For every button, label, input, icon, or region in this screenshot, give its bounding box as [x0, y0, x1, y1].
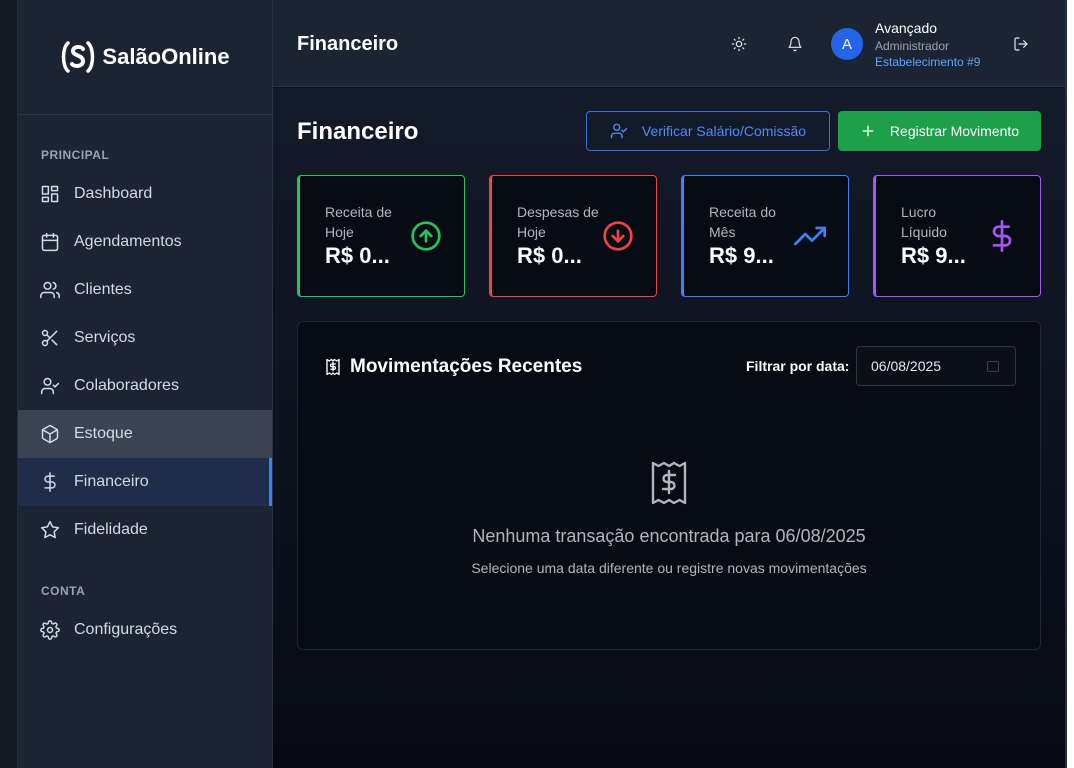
dollar-icon: [44, 472, 56, 492]
recent-transactions-panel: Movimentações Recentes Filtrar por data:…: [297, 321, 1041, 650]
right-window-edge: [1065, 0, 1074, 768]
date-filter-label: Filtrar por data:: [746, 358, 850, 374]
avatar[interactable]: A: [831, 28, 863, 60]
dollar-icon: [992, 220, 1012, 252]
calendar-icon[interactable]: [987, 361, 999, 372]
sidebar-item-estoque[interactable]: Estoque: [18, 410, 272, 458]
card-value: R$ 9...: [709, 243, 774, 268]
card-label: Despesas de Hoje: [517, 204, 599, 240]
card-value: R$ 0...: [325, 243, 390, 268]
register-movement-button[interactable]: Registrar Movimento: [838, 111, 1041, 151]
theme-toggle-button[interactable]: [728, 33, 750, 55]
logo[interactable]: SalãoOnline: [18, 0, 272, 115]
sidebar-item-label: Fidelidade: [74, 521, 148, 538]
register-movement-label: Registrar Movimento: [889, 123, 1020, 139]
card-label: Lucro Líquido: [901, 204, 947, 240]
panel-title: Movimentações Recentes: [324, 356, 582, 378]
logo-icon: [62, 41, 95, 73]
card-value: R$ 0...: [517, 243, 582, 268]
empty-state-subtitle: Selecione uma data diferente ou registre…: [471, 560, 867, 576]
sidebar-item-agendamentos[interactable]: Agendamentos: [18, 218, 272, 266]
star-icon: [40, 520, 60, 539]
sidebar-item-label: Configurações: [74, 621, 178, 638]
bell-icon: [788, 36, 802, 52]
empty-state-title: Nenhuma transação encontrada para 06/08/…: [472, 526, 866, 546]
sidebar-item-label: Estoque: [74, 425, 133, 442]
notifications-button[interactable]: [784, 33, 806, 55]
arrow-down-circle-icon: [603, 221, 633, 251]
card-lucro-liquido: Lucro Líquido R$ 9...: [873, 175, 1041, 297]
date-filter-input[interactable]: 06/08/2025: [856, 346, 1016, 386]
gear-icon: [40, 620, 60, 640]
sidebar-item-colaboradores[interactable]: Colaboradores: [18, 362, 272, 410]
plus-icon: [862, 125, 874, 137]
sidebar-item-fidelidade[interactable]: Fidelidade: [18, 506, 272, 554]
arrow-up-circle-icon: [411, 221, 441, 251]
card-value: R$ 9...: [901, 243, 966, 268]
user-role: Administrador: [875, 39, 950, 53]
main-content: Financeiro Verificar Salário/Comissão Re…: [273, 88, 1065, 768]
sidebar-nav-conta: Configurações: [18, 606, 272, 654]
sidebar-item-clientes[interactable]: Clientes: [18, 266, 272, 314]
card-label: Receita do Mês: [709, 204, 776, 240]
sidebar-item-financeiro[interactable]: Financeiro: [18, 458, 272, 506]
app-window: SalãoOnline PRINCIPAL Dashboard Agendame…: [0, 0, 1074, 768]
card-despesas-hoje: Despesas de Hoje R$ 0...: [489, 175, 657, 297]
date-filter-value: 06/08/2025: [871, 358, 942, 374]
sidebar: SalãoOnline PRINCIPAL Dashboard Agendame…: [18, 0, 273, 768]
receipt-icon: [326, 358, 340, 376]
top-bar: Financeiro A Avançado Administrador Esta…: [273, 0, 1065, 87]
box-icon: [41, 424, 59, 444]
calendar-icon: [41, 232, 59, 252]
card-receita-hoje: Receita de Hoje R$ 0...: [297, 175, 465, 297]
sidebar-item-configuracoes[interactable]: Configurações: [18, 606, 272, 654]
user-establishment: Estabelecimento #9: [875, 55, 981, 69]
sidebar-nav: Dashboard Agendamentos Clientes Serviços…: [18, 170, 272, 554]
trending-up-icon: [794, 226, 826, 246]
sidebar-item-label: Clientes: [74, 281, 132, 298]
sidebar-item-label: Dashboard: [74, 185, 153, 202]
user-name: Avançado: [875, 20, 938, 36]
user-check-icon: [40, 377, 60, 395]
verify-salary-label: Verificar Salário/Comissão: [641, 123, 807, 139]
dashboard-icon: [41, 185, 59, 203]
panel-title-text: Movimentações Recentes: [350, 356, 583, 377]
left-window-edge: [0, 0, 18, 768]
logout-icon: [1014, 37, 1028, 51]
card-label: Receita de Hoje: [325, 204, 392, 240]
sidebar-item-label: Financeiro: [74, 473, 149, 490]
user-check-icon: [610, 123, 628, 139]
logout-button[interactable]: [1010, 33, 1032, 55]
sun-icon: [731, 36, 747, 52]
section-title-principal: PRINCIPAL: [41, 148, 110, 162]
sidebar-item-servicos[interactable]: Serviços: [18, 314, 272, 362]
logo-text: SalãoOnline: [102, 44, 230, 69]
sidebar-item-label: Colaboradores: [74, 377, 179, 394]
card-receita-mes: Receita do Mês R$ 9...: [681, 175, 849, 297]
page-title: Financeiro: [297, 118, 419, 145]
verify-salary-button[interactable]: Verificar Salário/Comissão: [586, 111, 830, 151]
sidebar-item-label: Serviços: [74, 329, 136, 346]
users-icon: [40, 281, 60, 299]
scissors-icon: [41, 329, 58, 347]
section-title-conta: CONTA: [41, 584, 86, 598]
sidebar-item-label: Agendamentos: [74, 233, 182, 250]
header-title: Financeiro: [297, 33, 399, 55]
sidebar-item-dashboard[interactable]: Dashboard: [18, 170, 272, 218]
receipt-icon: [651, 461, 687, 505]
